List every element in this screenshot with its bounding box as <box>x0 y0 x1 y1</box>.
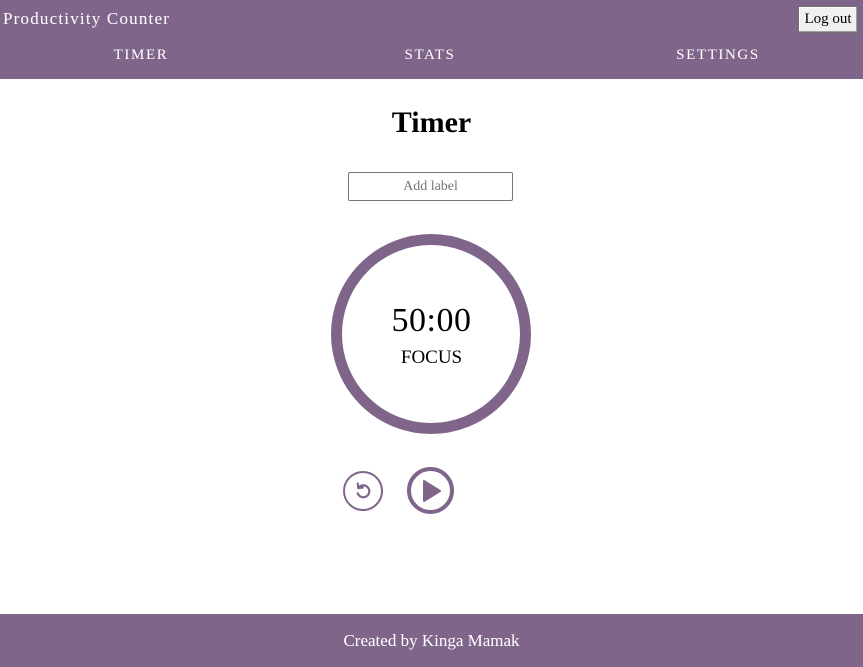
nav-item-timer[interactable]: TIMER <box>114 47 169 64</box>
timer-mode: FOCUS <box>400 347 463 368</box>
nav-item-stats[interactable]: STATS <box>405 47 456 64</box>
logout-button[interactable]: Log out <box>798 6 858 33</box>
play-button[interactable] <box>407 467 454 514</box>
label-input[interactable] <box>348 172 513 201</box>
reset-button[interactable] <box>343 471 383 511</box>
footer-credit: Created by Kinga Mamak <box>343 631 520 650</box>
timer-time: 50:00 <box>391 302 472 339</box>
footer: Created by Kinga Mamak <box>0 614 863 667</box>
page-title: Timer <box>391 106 472 139</box>
app-title: Productivity Counter <box>3 9 171 28</box>
play-icon <box>418 478 444 504</box>
main-nav: TIMER STATS SETTINGS <box>0 47 863 73</box>
header: Productivity Counter Log out TIMER STATS… <box>0 0 863 79</box>
nav-item-settings[interactable]: SETTINGS <box>676 47 760 64</box>
reset-icon <box>352 480 374 502</box>
